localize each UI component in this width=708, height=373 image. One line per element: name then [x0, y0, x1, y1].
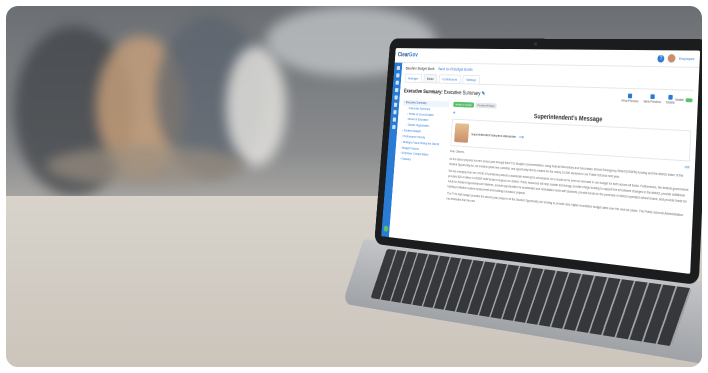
- action-label: Delete: [666, 100, 675, 104]
- back-link[interactable]: Back to All Budget Books: [438, 67, 472, 72]
- logo-text-clear: Clear: [398, 52, 410, 58]
- settings-icon[interactable]: [393, 110, 396, 114]
- question-icon[interactable]: ?: [657, 54, 664, 62]
- chat-icon[interactable]: [383, 225, 388, 231]
- breadcrumb-book: Baseline Budget Book: [406, 66, 435, 71]
- chip-applied[interactable]: Applied to Header: [453, 102, 474, 108]
- action-label: Web Preview: [643, 100, 661, 104]
- action-label: Print Preview: [621, 99, 638, 103]
- signer-name: Superintendent Maryann Alexander: [471, 131, 516, 138]
- people-icon[interactable]: [393, 103, 396, 107]
- edit-link[interactable]: edit: [519, 134, 524, 139]
- delete-button[interactable]: Delete: [666, 95, 675, 105]
- web-preview-icon: [650, 94, 654, 99]
- background-blur: [46, 146, 246, 186]
- visibility-toggle[interactable]: Visible: [675, 98, 693, 102]
- grid-icon[interactable]: [392, 117, 395, 121]
- app-logo[interactable]: ClearGov: [398, 52, 418, 58]
- main-content: Baseline Budget Book Back to All Budget …: [389, 63, 700, 274]
- globe-icon[interactable]: [392, 125, 396, 129]
- page-title-name: Executive Summary: [444, 90, 481, 96]
- delete-icon: [668, 95, 673, 100]
- folder-icon[interactable]: [394, 95, 397, 99]
- table-of-contents: › Executive Summary › Executive Summary › …: [396, 100, 450, 204]
- page-title: Executive Summary: Executive Summary ✎: [404, 88, 486, 97]
- superintendent-photo: [454, 123, 469, 143]
- tab-contributors[interactable]: Contributors: [439, 74, 461, 83]
- page-title-label: Executive Summary:: [404, 89, 443, 95]
- message-body[interactable]: Dear Citizens, edit As the district prep…: [446, 149, 689, 225]
- user-menu[interactable]: Employee: [679, 56, 695, 61]
- book-icon[interactable]: [396, 73, 399, 77]
- laptop: ClearGov ? Employee Baseline Budget Book…: [371, 38, 702, 337]
- background-blur: [226, 46, 286, 166]
- laptop-bezel: ClearGov ? Employee Baseline Budget Book…: [374, 38, 702, 285]
- page-actions: Print Preview Web Preview Delete: [621, 93, 675, 104]
- tab-manager[interactable]: Manager: [405, 74, 422, 83]
- avatar[interactable]: [668, 54, 676, 63]
- chart-icon[interactable]: [395, 81, 398, 85]
- web-preview-button[interactable]: Web Preview: [643, 94, 661, 104]
- tab-settings[interactable]: Settings: [462, 75, 480, 84]
- visibility-label: Visible: [675, 98, 684, 102]
- tab-editor[interactable]: Editor: [423, 74, 437, 83]
- greeting: Dear Citizens,: [450, 149, 465, 153]
- print-preview-icon: [628, 94, 632, 99]
- list-icon[interactable]: [395, 88, 398, 92]
- laptop-screen: ClearGov ? Employee Baseline Budget Book…: [381, 48, 700, 274]
- editor-panel: Applied to Header Preview All Pages + Sup…: [446, 102, 692, 229]
- webcam: [534, 42, 537, 46]
- chip-preview[interactable]: Preview All Pages: [475, 103, 497, 109]
- pencil-icon[interactable]: ✎: [481, 91, 485, 96]
- home-icon[interactable]: [396, 66, 399, 70]
- toggle-switch[interactable]: [686, 98, 693, 102]
- print-preview-button[interactable]: Print Preview: [621, 93, 639, 103]
- edit-link-2[interactable]: edit: [685, 165, 690, 171]
- photo-frame: ClearGov ? Employee Baseline Budget Book…: [6, 6, 702, 367]
- logo-text-gov: Gov: [409, 52, 418, 58]
